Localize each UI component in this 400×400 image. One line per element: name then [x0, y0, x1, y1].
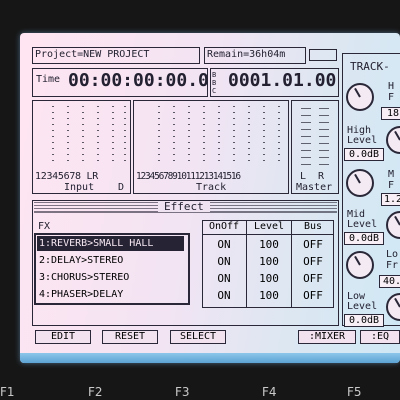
column-header-bus: Bus [303, 221, 323, 232]
header-indicator [309, 49, 337, 61]
fx2-onoff[interactable]: ON [202, 254, 246, 270]
master-meter-bars [291, 100, 339, 172]
effect-title: Effect [158, 201, 210, 212]
mid-level-value[interactable]: 0.0dB [344, 232, 384, 245]
fx-slot-4[interactable]: 4:PHASER>DELAY [37, 287, 184, 302]
high-freq-value[interactable]: 18 [381, 107, 400, 120]
f1-key-label[interactable]: F1 [0, 385, 15, 399]
fx2-bus[interactable]: OFF [292, 254, 334, 270]
fx3-onoff[interactable]: ON [202, 271, 246, 287]
f3-key-label[interactable]: F3 [175, 385, 190, 399]
remain-time: Remain=36h04m [207, 49, 286, 60]
input-channel-numbers: 12345678 LR [35, 171, 98, 182]
fx-slot-name: 4:PHASER>DELAY [39, 289, 124, 300]
fx4-bus[interactable]: OFF [292, 288, 334, 304]
fx1-level[interactable]: 100 [247, 237, 291, 253]
fx-slot-name: 1:REVERB>SMALL HALL [39, 238, 154, 249]
f2-key-label[interactable]: F2 [88, 385, 103, 399]
column-header-onoff: OnOff [208, 221, 240, 232]
low-level-label: Low Level [347, 291, 378, 312]
mid-freq-label: M F [388, 169, 395, 191]
fx-slot-name: 2:DELAY>STEREO [39, 255, 124, 266]
fx4-level[interactable]: 100 [247, 288, 291, 304]
fx4-onoff[interactable]: ON [202, 288, 246, 304]
fx-slot-3[interactable]: 3:CHORUS>STEREO [37, 270, 184, 285]
mixer-button[interactable]: :MIXER [298, 330, 356, 344]
fx1-bus[interactable]: OFF [292, 237, 334, 253]
lcd-screen: Project=NEW PROJECT Remain=36h04m Time 0… [20, 33, 400, 363]
fx-label: FX [38, 221, 51, 232]
eq-button[interactable]: :EQ [360, 330, 400, 344]
input-d-label: D [118, 182, 125, 193]
fx2-level[interactable]: 100 [247, 254, 291, 270]
fx-slot-name: 3:CHORUS>STEREO [39, 272, 130, 283]
low-level-value[interactable]: 0.0dB [344, 314, 384, 327]
mid-gain-knob[interactable] [346, 169, 374, 197]
reset-button[interactable]: RESET [102, 330, 158, 344]
column-header-level: Level [253, 221, 285, 232]
low-freq-label: Lo Fr [386, 249, 399, 271]
input-meter-bars [32, 100, 131, 172]
master-label: Master [296, 182, 333, 193]
bbc-label: BBC [212, 71, 217, 95]
effect-table: OnOff Level Bus ON 100 OFF ON 100 OFF ON… [202, 220, 334, 308]
high-level-value[interactable]: 0.0dB [344, 148, 384, 161]
track-panel-title: TRACK- [350, 60, 390, 73]
time-label: Time [36, 74, 61, 85]
select-button[interactable]: SELECT [170, 330, 226, 344]
project-name: Project=NEW PROJECT [35, 49, 150, 60]
fx3-bus[interactable]: OFF [292, 271, 334, 287]
high-gain-knob[interactable] [346, 83, 374, 111]
track-label: Track [196, 182, 227, 193]
input-label: Input [64, 182, 95, 193]
time-counter: 00:00:00:00.0 [68, 70, 209, 91]
mid-freq-value[interactable]: 1.2 [381, 193, 400, 206]
fx3-level[interactable]: 100 [247, 271, 291, 287]
high-freq-label: H F [388, 81, 395, 103]
low-gain-knob[interactable] [346, 251, 374, 279]
track-channel-numbers: 12345678910111213141516 [136, 171, 241, 182]
bbc-counter: 0001.01.00 [228, 70, 337, 91]
track-meter-bars [133, 100, 289, 172]
fx-slot-1[interactable]: 1:REVERB>SMALL HALL [37, 236, 184, 251]
mid-level-label: Mid Level [347, 209, 378, 230]
master-channel-labels: L R [300, 171, 325, 182]
edit-button[interactable]: EDIT [35, 330, 91, 344]
f5-key-label[interactable]: F5 [347, 385, 362, 399]
fx1-onoff[interactable]: ON [202, 237, 246, 253]
low-freq-value[interactable]: 40. [379, 275, 400, 288]
high-level-label: High Level [347, 125, 378, 146]
f4-key-label[interactable]: F4 [262, 385, 277, 399]
fx-slot-2[interactable]: 2:DELAY>STEREO [37, 253, 184, 268]
